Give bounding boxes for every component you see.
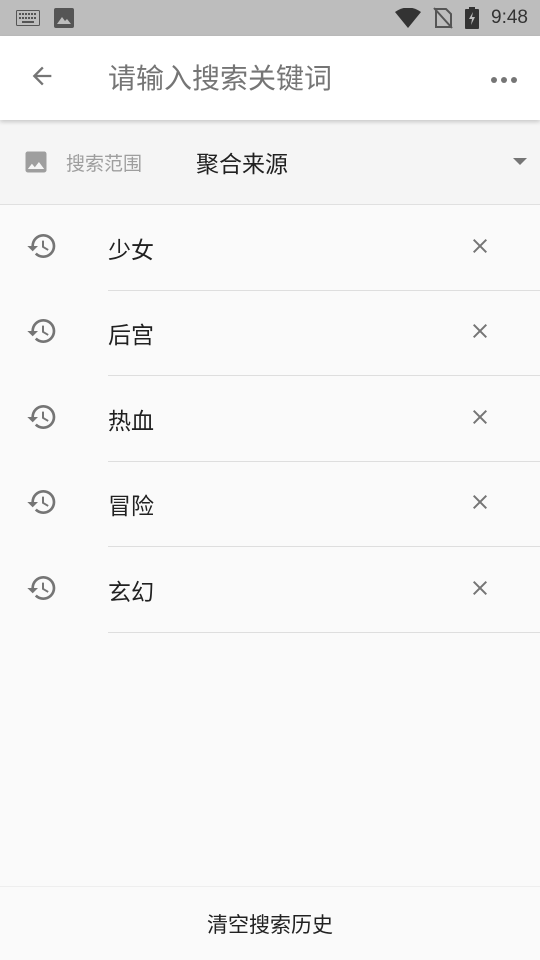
back-button[interactable]	[0, 36, 84, 120]
history-icon	[0, 230, 84, 262]
history-text: 冒险	[108, 494, 154, 521]
dropdown-arrow-icon[interactable]	[500, 158, 540, 166]
history-text: 后宫	[108, 323, 154, 350]
status-bar: 9:48	[0, 0, 540, 36]
delete-history-button[interactable]	[438, 377, 522, 461]
battery-charging-icon	[465, 7, 480, 29]
history-item[interactable]: 少女	[0, 205, 540, 291]
history-text: 玄幻	[108, 579, 154, 606]
history-item[interactable]: 冒险	[0, 462, 540, 548]
image-icon	[0, 148, 72, 176]
history-item[interactable]: 热血	[0, 376, 540, 462]
history-text: 热血	[108, 408, 154, 435]
delete-history-button[interactable]	[438, 206, 522, 290]
delete-history-button[interactable]	[438, 291, 522, 375]
history-text: 少女	[108, 237, 154, 264]
search-history-list: 少女 后宫 热血 冒险 玄幻	[0, 205, 540, 633]
clear-history-button[interactable]: 清空搜索历史	[0, 886, 540, 960]
close-icon	[468, 490, 492, 518]
arrow-back-icon	[28, 62, 56, 94]
status-time: 9:48	[491, 7, 528, 28]
delete-history-button[interactable]	[438, 462, 522, 546]
search-input[interactable]	[84, 50, 468, 106]
close-icon	[468, 234, 492, 262]
history-item[interactable]: 玄幻	[0, 547, 540, 633]
wifi-icon	[395, 8, 422, 28]
no-sim-icon	[433, 7, 453, 29]
history-item[interactable]: 后宫	[0, 291, 540, 377]
delete-history-button[interactable]	[438, 548, 522, 632]
image-icon	[54, 8, 74, 28]
app-bar	[0, 36, 540, 120]
keyboard-icon	[16, 10, 40, 26]
more-horiz-icon	[490, 69, 518, 88]
more-options-button[interactable]	[468, 36, 540, 120]
scope-label: 搜索范围	[66, 152, 143, 175]
history-icon	[0, 486, 84, 518]
history-icon	[0, 572, 84, 604]
search-scope-row[interactable]: 搜索范围 聚合来源	[0, 120, 540, 205]
close-icon	[468, 319, 492, 347]
close-icon	[468, 405, 492, 433]
scope-value[interactable]: 聚合来源	[196, 145, 500, 179]
close-icon	[468, 576, 492, 604]
history-icon	[0, 401, 84, 433]
history-icon	[0, 315, 84, 347]
